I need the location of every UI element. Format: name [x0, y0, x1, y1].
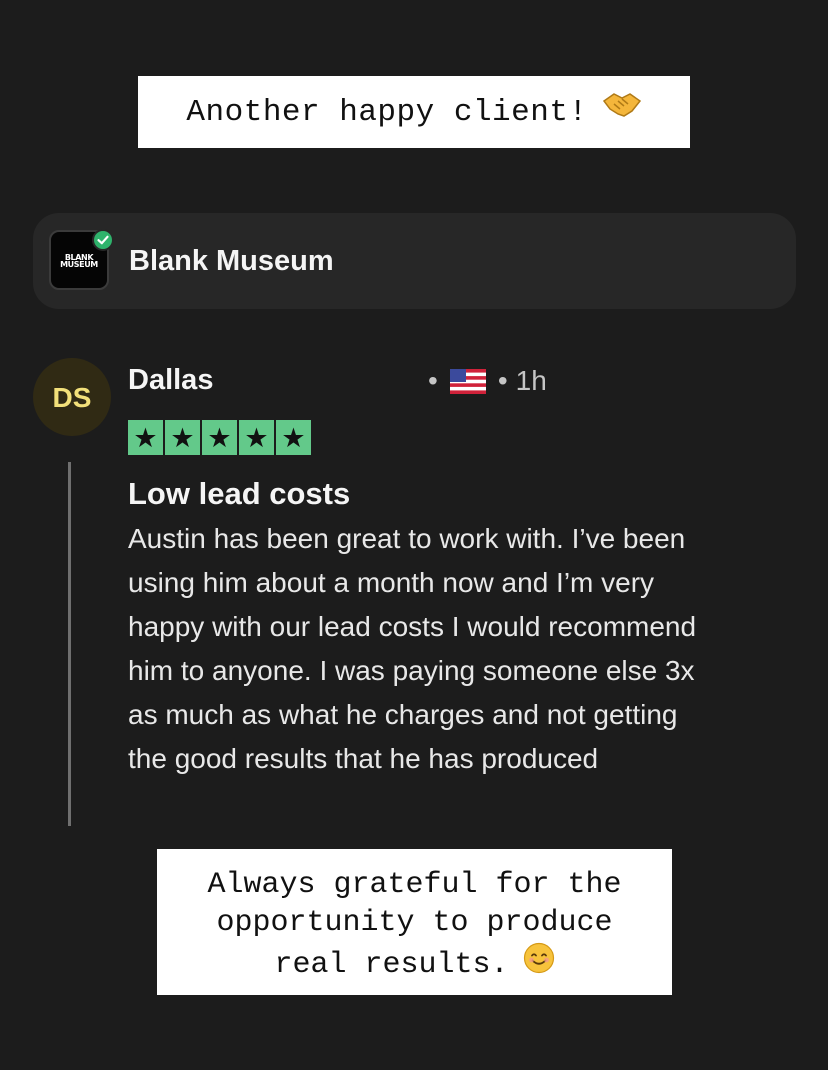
review-title: Low lead costs: [128, 476, 351, 511]
verified-check-icon: [92, 229, 114, 251]
caption-bottom-line-3: real results.: [157, 942, 672, 986]
review-body-line: as much as what he charges and not getti…: [128, 699, 678, 730]
review-body-line: using him about a month now and I’m very: [128, 567, 655, 598]
us-flag-icon: [449, 368, 486, 394]
thread-divider: [68, 462, 71, 826]
review-body-line: Austin has been great to work with. I’ve…: [128, 523, 686, 554]
star-icon: ★: [128, 420, 163, 455]
star-icon: ★: [165, 420, 200, 455]
caption-bottom: Always grateful for the opportunity to p…: [157, 849, 672, 995]
smiling-face-icon: [523, 942, 555, 986]
star-icon: ★: [202, 420, 237, 455]
meta-separator: •: [428, 365, 438, 396]
star-icon: ★: [276, 420, 311, 455]
star-rating: ★ ★ ★ ★ ★: [128, 420, 313, 455]
reviewer-name[interactable]: Dallas: [128, 364, 213, 397]
caption-top: Another happy client!: [138, 76, 690, 148]
review-time: 1h: [515, 365, 547, 396]
reviewer-avatar[interactable]: DS: [33, 358, 111, 436]
business-name[interactable]: Blank Museum: [129, 245, 334, 278]
business-card[interactable]: BLANK MUSEUM Blank Museum: [33, 213, 796, 309]
caption-bottom-line: opportunity to produce: [216, 906, 613, 940]
review-body-line: him to anyone. I was paying someone else…: [128, 655, 695, 686]
caption-top-text: Another happy client!: [186, 95, 588, 131]
review-body-line: the good results that he has produced: [128, 743, 599, 774]
meta-separator: •: [497, 365, 508, 396]
star-icon: ★: [239, 420, 274, 455]
review-body: Austin has been great to work with. I’ve…: [128, 517, 808, 781]
review-body-line: happy with our lead costs I would recomm…: [128, 611, 697, 642]
handshake-icon: [602, 76, 642, 148]
caption-bottom-line: Always grateful for the: [207, 868, 622, 902]
caption-bottom-line: real results.: [274, 947, 509, 982]
review-meta: • • 1h: [420, 365, 547, 397]
